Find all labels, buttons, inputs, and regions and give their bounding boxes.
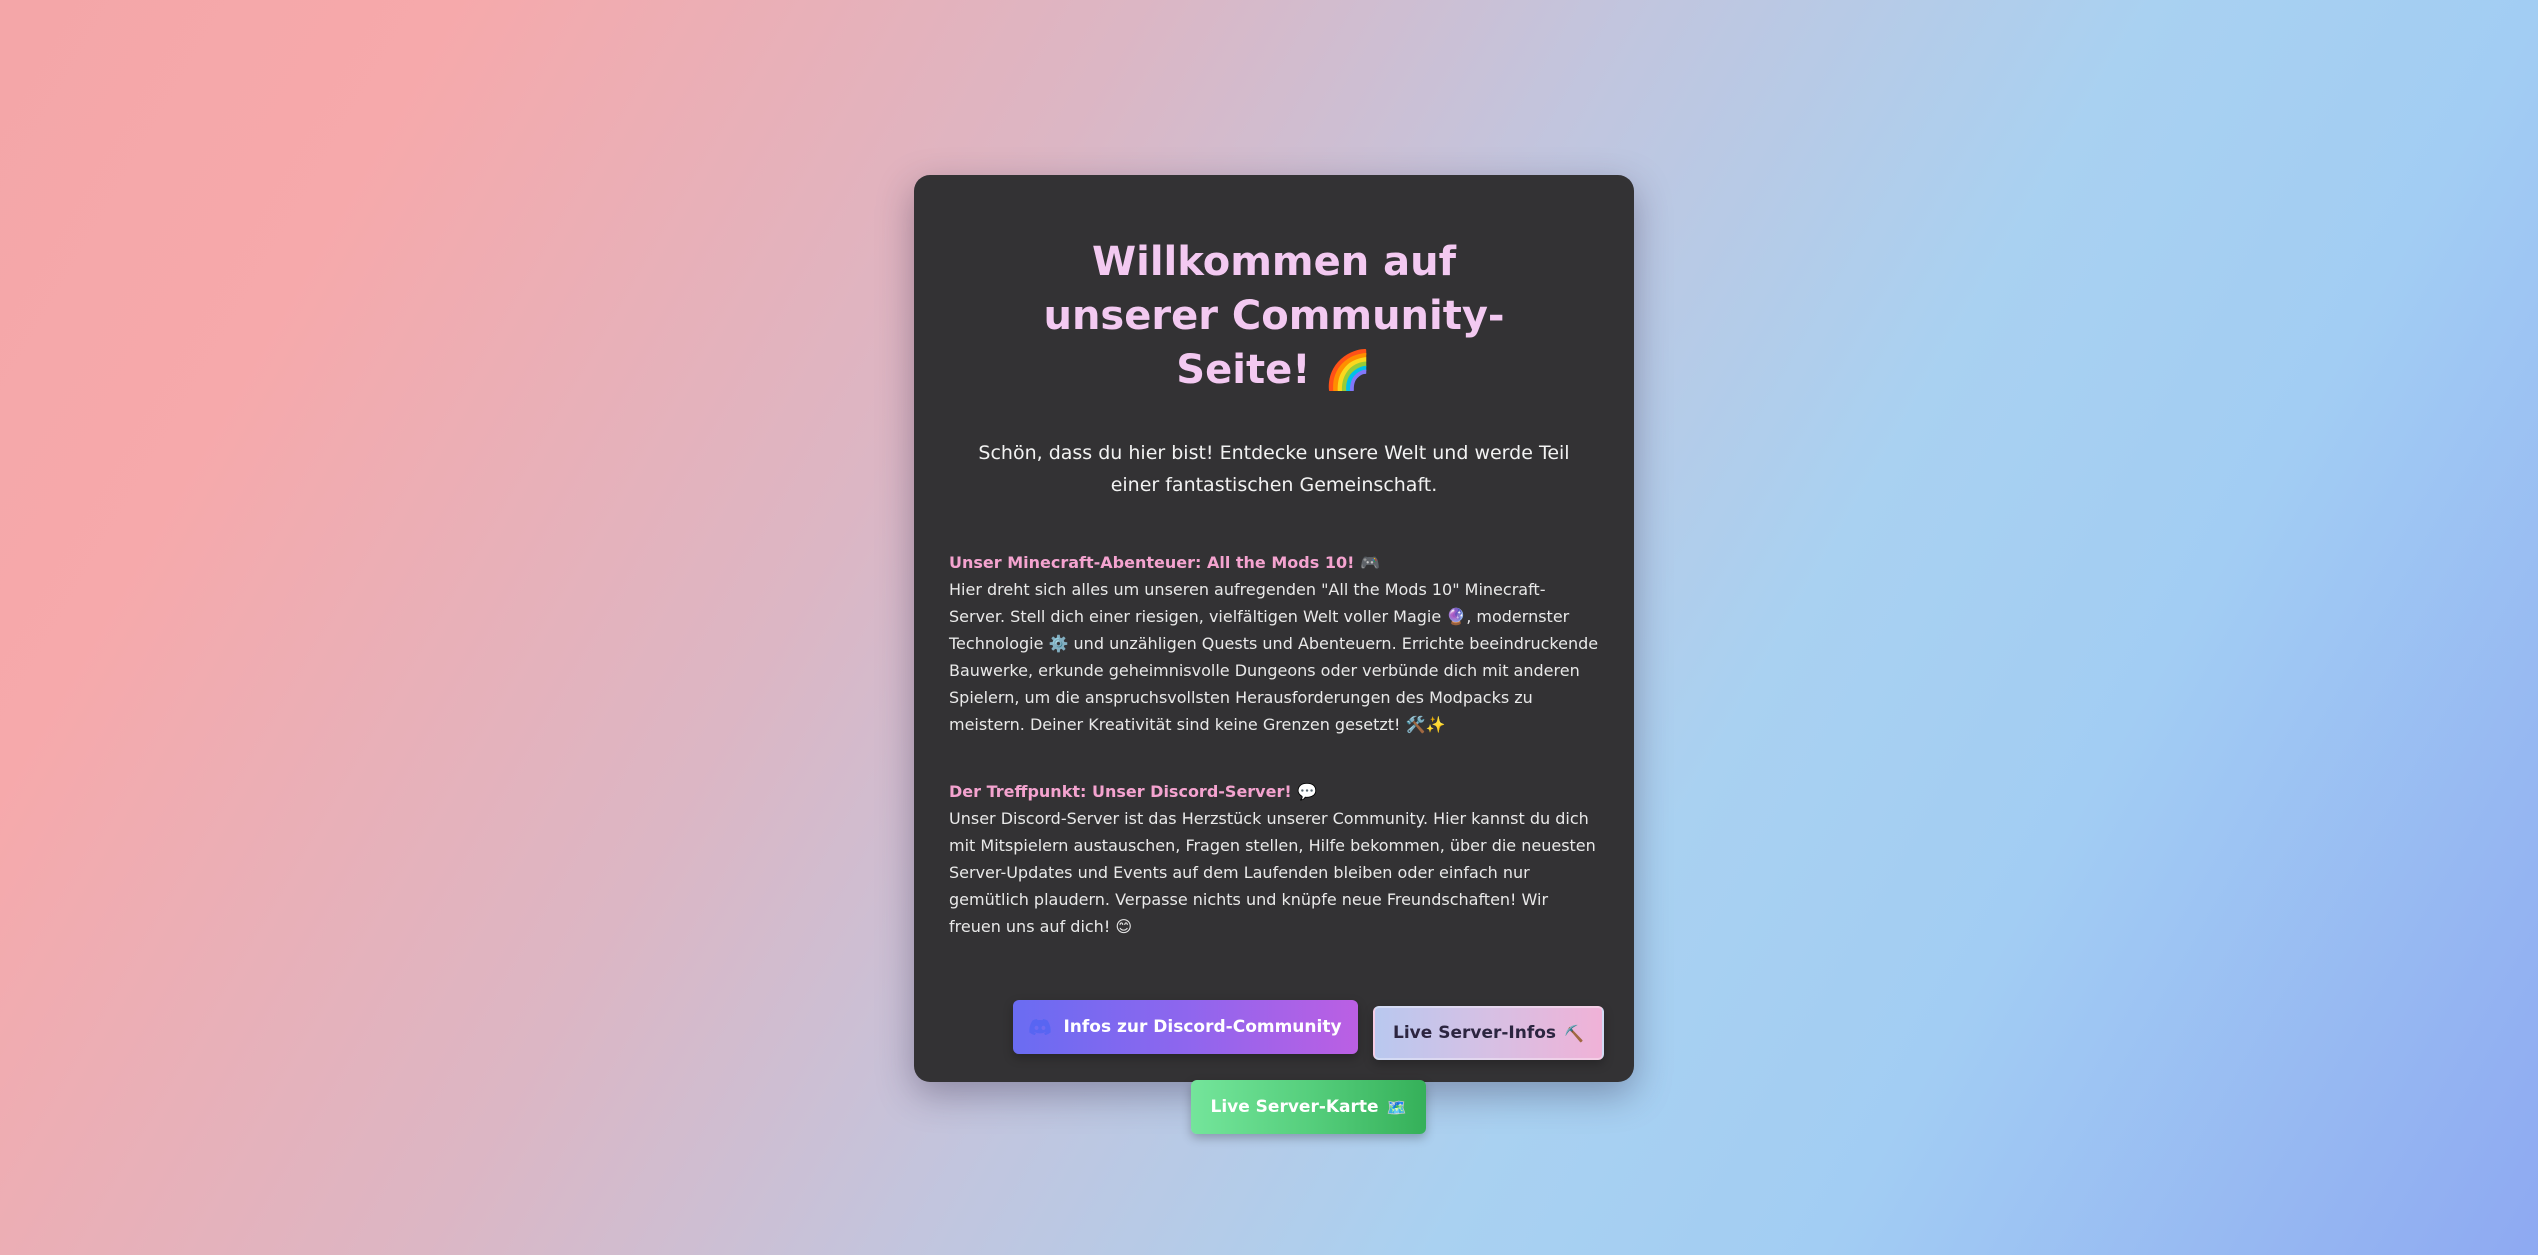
button-group: Infos zur Discord-Community Live Server-…: [949, 1000, 1604, 1160]
live-server-info-button[interactable]: Live Server-Infos ⛏️: [1373, 1006, 1604, 1060]
pickaxe-icon: ⛏️: [1564, 1023, 1584, 1043]
rainbow-icon: 🌈: [1324, 348, 1372, 392]
intro-text: Schön, dass du hier bist! Entdecke unser…: [978, 442, 1570, 496]
page-title-text: Willkommen auf unserer Community-Seite!: [1043, 239, 1505, 393]
minecraft-section: Unser Minecraft-Abenteuer: All the Mods …: [949, 549, 1599, 738]
live-server-info-button-label: Live Server-Infos: [1393, 1023, 1557, 1043]
welcome-card: Willkommen auf unserer Community-Seite! …: [914, 175, 1634, 1134]
live-server-map-button-label: Live Server-Karte: [1210, 1097, 1379, 1117]
page-title: Willkommen auf unserer Community-Seite! …: [949, 235, 1599, 397]
discord-section: Der Treffpunkt: Unser Discord-Server! 💬 …: [949, 778, 1599, 940]
discord-community-button[interactable]: Infos zur Discord-Community: [1013, 1000, 1358, 1054]
discord-section-title: Der Treffpunkt: Unser Discord-Server! 💬: [949, 782, 1318, 801]
discord-icon: [1029, 1019, 1052, 1035]
minecraft-section-text: Hier dreht sich alles um unseren aufrege…: [949, 580, 1599, 734]
live-server-map-button[interactable]: Live Server-Karte 🗺️: [1191, 1080, 1426, 1134]
map-icon: 🗺️: [1386, 1097, 1407, 1117]
discord-community-button-label: Infos zur Discord-Community: [1063, 1017, 1342, 1037]
discord-section-text: Unser Discord-Server ist das Herzstück u…: [949, 809, 1596, 936]
minecraft-section-title: Unser Minecraft-Abenteuer: All the Mods …: [949, 553, 1380, 572]
